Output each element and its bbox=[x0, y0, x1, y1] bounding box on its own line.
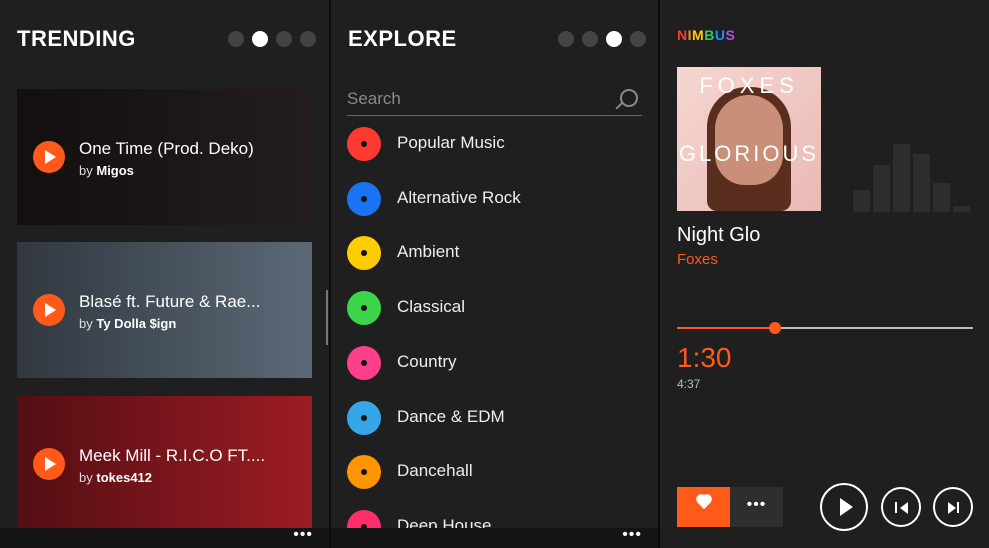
equalizer-bar bbox=[873, 165, 890, 212]
equalizer-bar bbox=[953, 206, 970, 212]
more-icon[interactable]: ••• bbox=[293, 526, 313, 544]
total-duration: 4:37 bbox=[677, 377, 701, 391]
pivot-dot-active[interactable] bbox=[606, 31, 622, 47]
genre-disc-icon bbox=[347, 291, 381, 326]
card-title: Meek Mill - R.I.C.O FT.... bbox=[79, 446, 266, 465]
pivot-dot-active[interactable] bbox=[252, 31, 268, 47]
genre-disc-icon bbox=[347, 400, 381, 435]
genre-item[interactable]: Dancehall bbox=[347, 451, 642, 491]
more-options-button[interactable]: ••• bbox=[730, 487, 783, 527]
equalizer-bar bbox=[913, 154, 930, 212]
trending-panel: TRENDING One Time (Prod. Deko) by Migos … bbox=[0, 0, 329, 548]
genre-item[interactable]: Classical bbox=[347, 287, 642, 327]
album-art: FOXES GLORIOUS bbox=[677, 67, 821, 211]
pivot-dot[interactable] bbox=[558, 31, 574, 47]
logo-letter: N bbox=[677, 27, 688, 43]
genre-item[interactable]: Alternative Rock bbox=[347, 178, 642, 218]
equalizer-bar bbox=[853, 190, 870, 212]
elapsed-time: 1:30 bbox=[677, 342, 732, 373]
nimbus-logo: NIMBUS bbox=[677, 27, 735, 43]
pivot-dot[interactable] bbox=[630, 31, 646, 47]
genre-disc-icon bbox=[347, 236, 381, 271]
trending-title: TRENDING bbox=[17, 26, 136, 51]
genre-item[interactable]: Dance & EDM bbox=[347, 397, 642, 437]
previous-track-button[interactable] bbox=[881, 487, 921, 527]
genre-disc-icon bbox=[347, 127, 381, 161]
explore-pivot-dots[interactable] bbox=[558, 31, 646, 47]
song-title: Night Glo bbox=[677, 224, 761, 246]
card-byline: by Ty Dolla $ign bbox=[79, 316, 177, 331]
genre-label: Alternative Rock bbox=[397, 187, 521, 207]
genre-disc-icon bbox=[347, 455, 381, 490]
search-placeholder: Search bbox=[347, 89, 401, 108]
artist-name[interactable]: Foxes bbox=[677, 251, 718, 268]
genre-label: Ambient bbox=[397, 242, 460, 262]
explore-panel: EXPLORE Search Popular Music Alternative … bbox=[331, 0, 658, 548]
trending-card[interactable]: Meek Mill - R.I.C.O FT.... by tokes412 bbox=[17, 396, 312, 532]
card-byline: by Migos bbox=[79, 163, 134, 178]
card-artist: tokes412 bbox=[96, 470, 153, 485]
search-field[interactable]: Search bbox=[347, 85, 642, 116]
pivot-dot[interactable] bbox=[300, 31, 316, 47]
favorite-heart-button[interactable] bbox=[677, 487, 730, 527]
seek-handle[interactable] bbox=[768, 322, 781, 334]
logo-letter: M bbox=[692, 27, 705, 43]
album-art-text: GLORIOUS bbox=[678, 141, 820, 166]
card-title: Blasé ft. Future & Rae... bbox=[79, 292, 261, 311]
app-bar: ••• bbox=[331, 526, 658, 548]
genre-label: Dance & EDM bbox=[397, 406, 505, 426]
explore-title: EXPLORE bbox=[348, 26, 457, 51]
previous-icon bbox=[895, 502, 897, 513]
pivot-dot[interactable] bbox=[276, 31, 292, 47]
seek-progress bbox=[677, 327, 775, 329]
equalizer-bar bbox=[933, 183, 950, 212]
trending-pivot-dots[interactable] bbox=[228, 31, 316, 47]
genre-label: Popular Music bbox=[397, 133, 505, 152]
play-icon[interactable] bbox=[33, 294, 65, 326]
now-playing-panel: NIMBUS FOXES GLORIOUS Night Glo Foxes 1:… bbox=[660, 0, 989, 548]
play-icon[interactable] bbox=[33, 141, 65, 173]
play-button[interactable] bbox=[820, 483, 868, 531]
card-byline: by tokes412 bbox=[79, 470, 153, 485]
card-artist: Ty Dolla $ign bbox=[96, 316, 177, 331]
trending-card[interactable]: Blasé ft. Future & Rae... by Ty Dolla $i… bbox=[17, 242, 312, 378]
search-icon[interactable] bbox=[620, 89, 638, 107]
scrollbar[interactable] bbox=[326, 290, 328, 345]
genre-label: Dancehall bbox=[397, 461, 473, 481]
next-icon bbox=[948, 502, 956, 514]
genre-disc-icon bbox=[347, 181, 381, 216]
logo-letter: B bbox=[704, 27, 715, 43]
pivot-dot[interactable] bbox=[228, 31, 244, 47]
genre-item[interactable]: Ambient bbox=[347, 232, 642, 272]
logo-letter: S bbox=[725, 27, 736, 43]
genre-item[interactable]: Popular Music bbox=[347, 123, 642, 163]
equalizer-bar bbox=[893, 143, 910, 212]
card-artist: Migos bbox=[96, 163, 134, 178]
app-bar: ••• bbox=[0, 526, 329, 548]
equalizer-visualizer bbox=[853, 140, 970, 212]
seek-bar[interactable] bbox=[677, 322, 973, 334]
more-icon[interactable]: ••• bbox=[622, 526, 642, 544]
album-art-text: FOXES bbox=[699, 73, 799, 98]
play-icon[interactable] bbox=[33, 448, 65, 480]
pivot-dot[interactable] bbox=[582, 31, 598, 47]
next-track-button[interactable] bbox=[933, 487, 973, 527]
logo-letter: U bbox=[714, 27, 726, 43]
genre-item[interactable]: Country bbox=[347, 342, 642, 382]
card-title: One Time (Prod. Deko) bbox=[79, 139, 254, 158]
genre-label: Country bbox=[397, 351, 457, 371]
genre-label: Classical bbox=[397, 297, 466, 317]
trending-card[interactable]: One Time (Prod. Deko) by Migos bbox=[17, 89, 312, 225]
genre-disc-icon bbox=[347, 345, 381, 380]
